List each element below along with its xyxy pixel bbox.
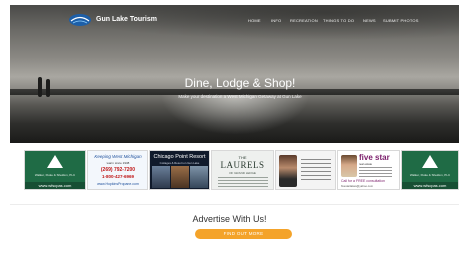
ad-portrait-photo [279,155,297,187]
hero-water-reflection [160,95,310,135]
ad-photo [152,166,170,188]
advertise-heading: Advertise With Us! [192,214,267,224]
ad-firm-name: Walker, Fluke & Sheldon, PLC [34,173,76,177]
nav-things-to-do[interactable]: THINGS TO DO [323,18,354,23]
ad-firm-name: Walker, Fluke & Sheldon, PLC [409,173,451,177]
hero-subline: Make your destination a West Michigan Ge… [178,94,302,99]
ad-the-laurels[interactable]: THE LAURELS OF GRAND LEDGE [211,150,274,190]
ad-five-star-real-estate[interactable]: five star real estate Call for a FREE co… [337,150,400,190]
ad-phone-2: 1-800-427-6969 [101,174,135,179]
ad-phone-1: (269) 792-7200 [100,167,136,173]
nav-news[interactable]: NEWS [363,18,376,23]
ad-url: www.wfscpas.com [402,182,458,189]
ad-portrait-photo [341,155,357,177]
triangle-logo-icon [422,155,438,168]
ad-brand: five star [359,153,390,162]
triangle-logo-icon [47,155,63,168]
ad-since: warm since 1938 [106,161,130,165]
ad-email: fivestarlakes@yahoo.com [341,184,374,188]
ad-title: Chicago Point Resort [153,154,206,160]
ad-title: LAURELS [220,160,265,170]
ad-url: www.HopkinsPropane.com [97,182,139,186]
nav-recreation[interactable]: RECREATION [290,18,318,23]
nav-info[interactable]: INFO [271,18,281,23]
ad-fine-print [218,177,268,187]
ad-brand-sub: real estate [359,162,373,166]
ad-photo [171,166,189,188]
main-nav: HOME INFO RECREATION THINGS TO DO NEWS S… [0,18,459,26]
ad-photo [190,166,208,188]
nav-home[interactable]: HOME [248,18,261,23]
find-out-more-button[interactable]: FIND OUT MORE [195,229,292,239]
ad-hopkins-propane[interactable]: Keeping West Michigan warm since 1938 (2… [87,150,148,190]
hero-person-silhouette [46,79,50,97]
ad-fine-print [301,159,331,183]
section-divider [10,204,459,205]
ad-chicago-point-resort[interactable]: Chicago Point Resort Cottages & Resort o… [149,150,210,190]
ad-call-to-action: Call for a FREE consultation [341,179,385,183]
nav-submit-photos[interactable]: SUBMIT PHOTOS [383,18,419,23]
ad-tagline: Keeping West Michigan [94,154,142,159]
ad-subtitle: Cottages & Resort on Gun Lake [159,161,200,165]
sponsor-ads-row: Walker, Fluke & Sheldon, PLC www.wfscpas… [0,150,459,194]
ad-walker-fluke-sheldon-2[interactable]: Walker, Fluke & Sheldon, PLC www.wfscpas… [401,150,459,190]
hero-person-silhouette [38,77,42,97]
ad-realtor-portrait[interactable] [275,150,336,190]
ad-walker-fluke-sheldon[interactable]: Walker, Fluke & Sheldon, PLC www.wfscpas… [24,150,86,190]
ad-subtitle: OF GRAND LEDGE [229,171,256,175]
ad-fine-print [359,167,392,179]
hero-headline: Dine, Lodge & Shop! [184,76,296,90]
ad-url: www.wfscpas.com [25,182,85,189]
